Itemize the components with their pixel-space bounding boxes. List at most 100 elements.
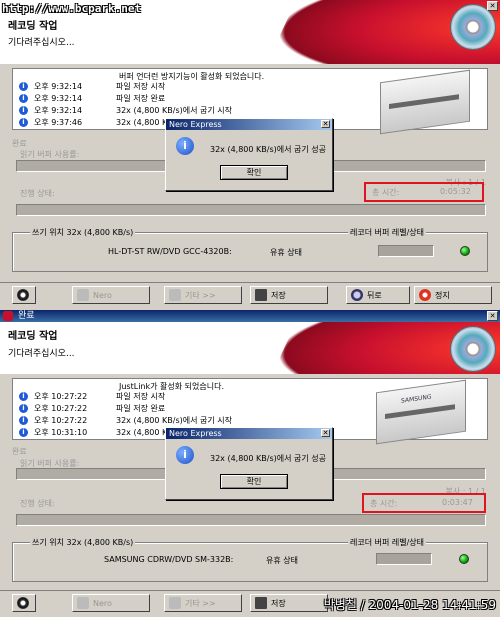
- more-button-label: 기타 >>: [185, 598, 216, 608]
- recorder-buffer-meter: [376, 553, 432, 565]
- watermark-text: http://www.bcpark.net: [2, 2, 142, 15]
- save-button[interactable]: 저장: [250, 594, 328, 612]
- drive-state: 유휴 상태: [270, 248, 302, 257]
- header-subtitle: 기다려주십시오...: [8, 38, 75, 48]
- wizard-icon: [77, 289, 89, 301]
- stop-button-label: 정지: [435, 290, 450, 300]
- save-button[interactable]: 저장: [250, 286, 328, 304]
- save-button-label: 저장: [271, 290, 286, 300]
- more-icon: [169, 597, 181, 609]
- recorder-buffer-label: 레코더 버퍼 레벨/상태: [348, 227, 427, 238]
- info-icon: i: [19, 428, 28, 437]
- drive-state: 유휴 상태: [266, 556, 298, 565]
- log-item: i 오후 10:27:22 32x (4,800 KB/s)에서 굽기 시작: [19, 415, 232, 426]
- log-item: i 오후 10:27:22 파일 저장 시작: [19, 391, 165, 402]
- log-message: 파일 저장 시작: [116, 392, 166, 401]
- save-button-label: 저장: [271, 598, 286, 608]
- floppy-icon: [255, 289, 267, 301]
- close-icon[interactable]: ✕: [487, 311, 498, 321]
- nero-logo-icon: [17, 597, 29, 609]
- status-led-icon: [459, 554, 469, 564]
- status-led-icon: [460, 246, 470, 256]
- window-title: 완료: [18, 311, 35, 321]
- log-time: 오후 9:32:14: [34, 94, 83, 103]
- drive-brand: SAMSUNG: [401, 393, 432, 405]
- info-icon: i: [19, 416, 28, 425]
- window-titlebar: 완료 ✕: [0, 310, 500, 322]
- nero-logo-icon: [17, 289, 29, 301]
- dialog-title: Nero Express ✕: [166, 119, 332, 130]
- log-time: 오후 9:32:14: [34, 82, 83, 91]
- dialog-title: Nero Express ✕: [166, 428, 332, 439]
- more-icon: [169, 289, 181, 301]
- log-item: i 오후 9:32:14 32x (4,800 KB/s)에서 굽기 시작: [19, 105, 232, 116]
- disc-icon: [450, 326, 496, 372]
- ok-button[interactable]: 확인: [220, 474, 288, 489]
- info-icon: i: [19, 118, 28, 127]
- more-button[interactable]: 기타 >>: [164, 286, 242, 304]
- nero-window-2: 완료 ✕ 레코딩 작업 기다려주십시오... JustLink가 활성화 되었습…: [0, 310, 500, 617]
- nero-express-dialog: Nero Express ✕ i 32x (4,800 KB/s)에서 굽기 성공…: [165, 427, 333, 500]
- back-button-label: 뒤로: [367, 290, 382, 300]
- info-icon: i: [19, 404, 28, 413]
- floppy-icon: [255, 597, 267, 609]
- log-message: 파일 저장 완료: [116, 404, 166, 413]
- nero-express-dialog: Nero Express ✕ i 32x (4,800 KB/s)에서 굽기 성공…: [165, 118, 333, 191]
- date-stamp: 박병철 / 2004-01-28 14:41:59: [323, 598, 496, 612]
- log-time: 오후 9:37:46: [34, 118, 83, 127]
- log-message: 32x (4,800 KB/s)에서 굽기 시작: [116, 106, 232, 115]
- nero-button[interactable]: Nero: [72, 286, 150, 304]
- drive-name: HL-DT-ST RW/DVD GCC-4320B:: [108, 247, 232, 256]
- wizard-icon: [77, 597, 89, 609]
- stop-icon: [419, 289, 431, 301]
- dialog-message: 32x (4,800 KB/s)에서 굽기 성공: [210, 454, 326, 463]
- log-message: 32x (4,800 KB/s)에서 굽기 시작: [116, 416, 232, 425]
- log-item: i 오후 9:32:14 파일 저장 시작: [19, 81, 165, 92]
- window-header: 레코딩 작업 기다려주십시오...: [0, 322, 500, 374]
- header-subtitle: 기다려주십시오...: [8, 349, 75, 359]
- progress-bar: [16, 514, 486, 526]
- back-button[interactable]: 뒤로: [346, 286, 410, 304]
- window-controls: ✕: [487, 1, 498, 11]
- info-icon: i: [19, 106, 28, 115]
- log-message: 파일 저장 시작: [116, 82, 166, 91]
- log-item: i 오후 10:27:22 파일 저장 완료: [19, 403, 165, 414]
- more-button[interactable]: 기타 >>: [164, 594, 242, 612]
- log-item: i 오후 9:32:14 파일 저장 완료: [19, 93, 165, 104]
- recorder-buffer-label: 레코더 버퍼 레벨/상태: [348, 537, 427, 548]
- write-speed-label: 쓰기 위치 32x (4,800 KB/s): [30, 227, 136, 238]
- nero-button-label: Nero: [93, 290, 112, 300]
- window-controls: ✕: [487, 311, 498, 321]
- close-icon[interactable]: ✕: [321, 429, 330, 437]
- back-icon: [351, 289, 363, 301]
- help-button[interactable]: [12, 286, 36, 304]
- log-time: 오후 10:27:22: [34, 404, 88, 413]
- log-time: 오후 10:27:22: [34, 392, 88, 401]
- log-message: 파일 저장 완료: [116, 94, 166, 103]
- nero-app-icon: [3, 311, 13, 321]
- ok-button[interactable]: 확인: [220, 165, 288, 180]
- header-title: 레코딩 작업: [8, 21, 58, 32]
- log-time: 오후 10:31:10: [34, 428, 88, 437]
- drive-name: SAMSUNG CDRW/DVD SM-332B:: [104, 555, 234, 564]
- dialog-title-text: Nero Express: [169, 429, 222, 438]
- close-icon[interactable]: ✕: [321, 120, 330, 128]
- nero-button-label: Nero: [93, 598, 112, 608]
- info-icon: i: [176, 446, 194, 464]
- info-icon: i: [19, 94, 28, 103]
- recorder-buffer-meter: [378, 245, 434, 257]
- info-icon: i: [19, 392, 28, 401]
- info-icon: i: [176, 137, 194, 155]
- info-icon: i: [19, 82, 28, 91]
- nero-window-1: 레코딩 작업 기다려주십시오... ✕ 버퍼 언더런 방지기능이 활성화 되었습…: [0, 0, 500, 308]
- header-title: 레코딩 작업: [8, 331, 58, 342]
- log-time: 오후 10:27:22: [34, 416, 88, 425]
- bottom-toolbar: Nero 기타 >> 저장 뒤로 정지: [0, 282, 500, 308]
- log-time: 오후 9:32:14: [34, 106, 83, 115]
- help-button[interactable]: [12, 594, 36, 612]
- more-button-label: 기타 >>: [185, 290, 216, 300]
- dialog-message: 32x (4,800 KB/s)에서 굽기 성공: [210, 145, 326, 154]
- stop-button[interactable]: 정지: [414, 286, 492, 304]
- close-icon[interactable]: ✕: [487, 1, 498, 11]
- nero-button[interactable]: Nero: [72, 594, 150, 612]
